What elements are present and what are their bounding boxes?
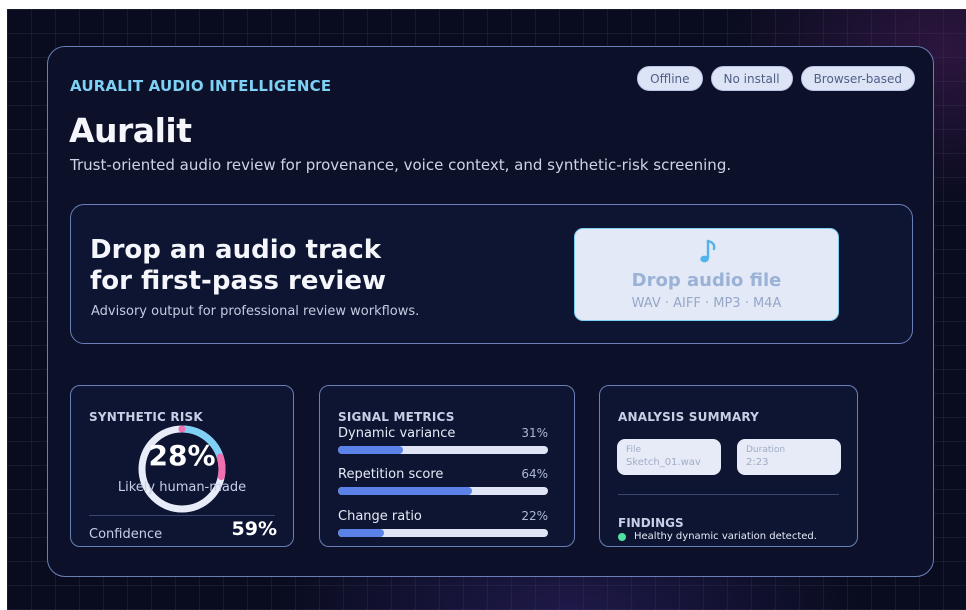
upload-panel: Drop an audio track for first-pass revie… [70, 204, 913, 344]
finding-item: Healthy dynamic variation detected. [618, 531, 817, 542]
file-label: File [626, 445, 642, 455]
status-dot-icon [618, 532, 626, 541]
file-value: Sketch_01.wav [626, 457, 701, 468]
upload-description: Advisory output for professional review … [91, 304, 420, 319]
synthetic-risk-card: SYNTHETIC RISK 28% Likely human-made Con… [70, 385, 294, 547]
metric-bar [338, 446, 548, 454]
metric-label: Repetition score [338, 467, 444, 482]
findings-title: FINDINGS [618, 516, 684, 530]
metric-change-ratio: Change ratio 22% [338, 509, 548, 549]
synthetic-risk-title: SYNTHETIC RISK [89, 410, 203, 424]
page-subtitle: Trust-oriented audio review for provenan… [70, 156, 732, 174]
drop-zone-label: Drop audio file [631, 270, 782, 291]
metric-repetition-score: Repetition score 64% [338, 467, 548, 507]
file-field: File Sketch_01.wav [617, 439, 721, 475]
signal-metrics-title: SIGNAL METRICS [338, 410, 455, 424]
app-background: AURALIT AUDIO INTELLIGENCE Offline No in… [7, 9, 966, 610]
finding-text: Healthy dynamic variation detected. [634, 531, 817, 542]
feature-badges: Offline No install Browser-based [637, 66, 915, 91]
duration-label: Duration [746, 445, 786, 455]
analysis-summary-title: ANALYSIS SUMMARY [618, 410, 760, 424]
brand-eyebrow: AURALIT AUDIO INTELLIGENCE [70, 77, 332, 95]
duration-value: 2:23 [746, 457, 769, 468]
badge-browser-based: Browser-based [800, 66, 915, 91]
supported-formats: WAV · AIFF · MP3 · M4A [631, 296, 782, 311]
metric-bar-fill [338, 446, 404, 454]
metric-label: Dynamic variance [338, 426, 456, 441]
metric-value: 64% [521, 467, 548, 481]
risk-caption: Likely human-made [117, 480, 247, 495]
badge-offline: Offline [637, 66, 703, 91]
audio-drop-zone[interactable]: Drop audio file WAV · AIFF · MP3 · M4A [574, 228, 839, 321]
metric-bar [338, 487, 548, 495]
music-note-icon [700, 239, 716, 263]
confidence-label: Confidence [89, 527, 163, 542]
upload-heading-line1: Drop an audio track [90, 235, 382, 265]
metric-bar-fill [338, 487, 473, 495]
metric-label: Change ratio [338, 509, 422, 524]
confidence-value: 59% [231, 518, 277, 540]
metric-bar [338, 529, 548, 537]
badge-no-install: No install [710, 66, 793, 91]
analysis-summary-card: ANALYSIS SUMMARY File Sketch_01.wav Dura… [599, 385, 858, 547]
metric-value: 31% [521, 426, 548, 440]
metric-bar-fill [338, 529, 385, 537]
page-title: Auralit [69, 111, 192, 150]
metric-value: 22% [521, 509, 548, 523]
risk-value: 28% [148, 439, 216, 472]
duration-field: Duration 2:23 [737, 439, 841, 475]
main-card: AURALIT AUDIO INTELLIGENCE Offline No in… [47, 46, 934, 577]
summary-divider [618, 494, 839, 495]
upload-heading: Drop an audio track for first-pass revie… [90, 235, 450, 297]
upload-heading-line2: for first-pass review [90, 266, 386, 296]
metric-dynamic-variance: Dynamic variance 31% [338, 426, 548, 466]
signal-metrics-card: SIGNAL METRICS Dynamic variance 31% Repe… [319, 385, 575, 547]
risk-divider [89, 515, 275, 516]
